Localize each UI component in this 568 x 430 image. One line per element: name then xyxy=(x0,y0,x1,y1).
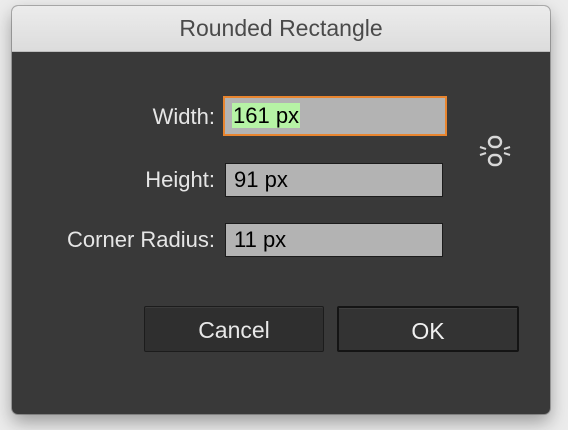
height-input[interactable]: 91 px xyxy=(225,163,443,197)
ok-button[interactable]: OK xyxy=(337,306,519,352)
height-row: Height: 91 px xyxy=(12,161,550,199)
height-label: Height: xyxy=(145,167,215,192)
width-row: Width: 161 px xyxy=(12,96,550,136)
width-input[interactable]: 161 px xyxy=(223,96,447,136)
width-value: 161 px xyxy=(232,103,301,128)
corner-radius-input[interactable]: 11 px xyxy=(225,223,443,257)
link-icon[interactable] xyxy=(478,134,512,168)
link-icon-glyph xyxy=(479,135,511,167)
corner-radius-label: Corner Radius: xyxy=(67,227,215,252)
width-label: Width: xyxy=(152,104,215,129)
rounded-rectangle-dialog: Rounded Rectangle Width: 161 px Height: … xyxy=(12,6,550,414)
corner-radius-row: Corner Radius: 11 px xyxy=(12,221,550,259)
dialog-title: Rounded Rectangle xyxy=(12,6,550,52)
cancel-button[interactable]: Cancel xyxy=(144,306,324,352)
